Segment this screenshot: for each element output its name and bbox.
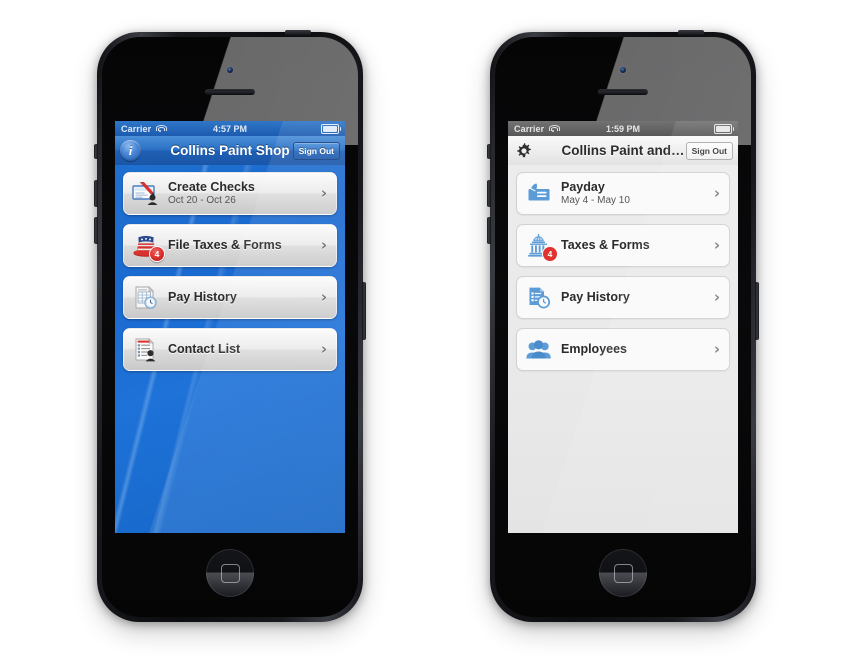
list-item-text: Payday May 4 - May 10 bbox=[561, 180, 714, 208]
status-bar-right-group bbox=[714, 123, 734, 134]
chevron-right-icon: › bbox=[713, 340, 720, 358]
list-item-subtitle: Oct 20 - Oct 26 bbox=[168, 194, 236, 206]
power-button-right[interactable] bbox=[678, 30, 704, 35]
iphone-device-left: Carrier 4:57 PM i Collins Paint Shop Sig… bbox=[94, 30, 366, 622]
power-button-left[interactable] bbox=[285, 30, 311, 35]
home-button-left[interactable] bbox=[206, 549, 254, 597]
gear-icon[interactable] bbox=[513, 140, 534, 161]
list-item-subtitle: May 4 - May 10 bbox=[561, 194, 630, 206]
iphone-device-right: Carrier 1:59 PM Collins Paint and… Sign … bbox=[487, 30, 759, 622]
earpiece-speaker-right bbox=[598, 89, 648, 95]
battery-full-icon bbox=[321, 123, 341, 134]
app-screen-left: Carrier 4:57 PM i Collins Paint Shop Sig… bbox=[115, 121, 345, 533]
home-button-right[interactable] bbox=[599, 549, 647, 597]
mute-switch-left[interactable] bbox=[94, 144, 98, 159]
menu-list-right: Payday May 4 - May 10 › 4 Taxes & Forms … bbox=[508, 165, 738, 371]
list-item-taxes-and-forms[interactable]: 4 Taxes & Forms › bbox=[516, 224, 730, 267]
list-item-contact-list[interactable]: Contact List › bbox=[123, 328, 337, 371]
chevron-right-icon: › bbox=[713, 236, 720, 254]
sign-out-button[interactable]: Sign Out bbox=[685, 141, 733, 160]
status-badge: 4 bbox=[542, 245, 558, 262]
list-item-text: Contact List bbox=[168, 342, 321, 356]
employees-icon bbox=[523, 335, 557, 365]
uncle-sam-hat-icon: 4 bbox=[130, 231, 165, 262]
list-item-text: Taxes & Forms bbox=[561, 238, 714, 252]
list-item-title: File Taxes & Forms bbox=[168, 238, 282, 253]
front-camera-icon-left bbox=[227, 67, 233, 73]
list-item-title: Taxes & Forms bbox=[561, 238, 650, 253]
status-bar-left: Carrier 4:57 PM bbox=[115, 121, 345, 136]
list-item-text: Employees bbox=[561, 342, 714, 356]
device-front-face-right: Carrier 1:59 PM Collins Paint and… Sign … bbox=[495, 37, 751, 617]
chevron-right-icon: › bbox=[713, 184, 720, 202]
status-bar-right-group bbox=[321, 123, 341, 134]
list-item-employees[interactable]: Employees › bbox=[516, 328, 730, 371]
mute-switch-right[interactable] bbox=[487, 144, 491, 159]
device-front-face-left: Carrier 4:57 PM i Collins Paint Shop Sig… bbox=[102, 37, 358, 617]
capitol-building-icon: 4 bbox=[523, 231, 558, 262]
chevron-right-icon: › bbox=[320, 288, 327, 306]
status-bar-right: Carrier 1:59 PM bbox=[508, 121, 738, 136]
list-item-create-checks[interactable]: Create Checks Oct 20 - Oct 26 › bbox=[123, 172, 337, 215]
volume-down-button-left[interactable] bbox=[94, 217, 98, 244]
sim-tray-right bbox=[755, 282, 759, 340]
status-badge: 4 bbox=[149, 245, 165, 262]
status-bar-time: 1:59 PM bbox=[605, 123, 640, 134]
list-item-title: Create Checks bbox=[168, 179, 255, 194]
info-icon[interactable]: i bbox=[120, 140, 141, 161]
volume-down-button-right[interactable] bbox=[487, 217, 491, 244]
pay-history-icon bbox=[130, 283, 164, 313]
content-area-left: Create Checks Oct 20 - Oct 26 › 4 File T… bbox=[115, 165, 345, 533]
list-item-title: Employees bbox=[561, 342, 628, 357]
chevron-right-icon: › bbox=[320, 184, 327, 202]
list-item-pay-history[interactable]: Pay History › bbox=[123, 276, 337, 319]
chevron-right-icon: › bbox=[713, 288, 720, 306]
list-item-pay-history[interactable]: Pay History › bbox=[516, 276, 730, 319]
volume-up-button-right[interactable] bbox=[487, 180, 491, 207]
chevron-right-icon: › bbox=[320, 340, 327, 358]
list-item-title: Payday bbox=[561, 179, 605, 194]
menu-list-left: Create Checks Oct 20 - Oct 26 › 4 File T… bbox=[115, 165, 345, 371]
home-square-icon bbox=[221, 564, 240, 583]
list-item-file-taxes-and-forms[interactable]: 4 File Taxes & Forms › bbox=[123, 224, 337, 267]
list-item-title: Pay History bbox=[168, 290, 237, 305]
contact-list-icon bbox=[130, 335, 164, 365]
chevron-right-icon: › bbox=[320, 236, 327, 254]
list-item-payday[interactable]: Payday May 4 - May 10 › bbox=[516, 172, 730, 215]
list-item-text: Create Checks Oct 20 - Oct 26 bbox=[168, 180, 321, 208]
nav-bar-left: i Collins Paint Shop Sign Out bbox=[115, 136, 345, 166]
nav-bar-right: Collins Paint and… Sign Out bbox=[508, 136, 738, 166]
list-item-text: File Taxes & Forms bbox=[168, 238, 321, 252]
list-item-text: Pay History bbox=[168, 290, 321, 304]
content-area-right: Payday May 4 - May 10 › 4 Taxes & Forms … bbox=[508, 165, 738, 533]
volume-up-button-left[interactable] bbox=[94, 180, 98, 207]
list-item-title: Pay History bbox=[561, 290, 630, 305]
battery-full-icon bbox=[714, 123, 734, 134]
check-with-pen-icon bbox=[523, 179, 557, 209]
app-screen-right: Carrier 1:59 PM Collins Paint and… Sign … bbox=[508, 121, 738, 533]
sim-tray-left bbox=[362, 282, 366, 340]
front-camera-icon-right bbox=[620, 67, 626, 73]
screenshot-stage: Carrier 4:57 PM i Collins Paint Shop Sig… bbox=[0, 0, 860, 665]
status-bar-time: 4:57 PM bbox=[212, 123, 247, 134]
list-item-text: Pay History bbox=[561, 290, 714, 304]
pay-history-icon bbox=[523, 283, 557, 313]
list-item-title: Contact List bbox=[168, 342, 241, 357]
home-square-icon bbox=[614, 564, 633, 583]
check-with-pen-icon bbox=[130, 179, 164, 209]
sign-out-button[interactable]: Sign Out bbox=[292, 141, 340, 160]
earpiece-speaker-left bbox=[205, 89, 255, 95]
